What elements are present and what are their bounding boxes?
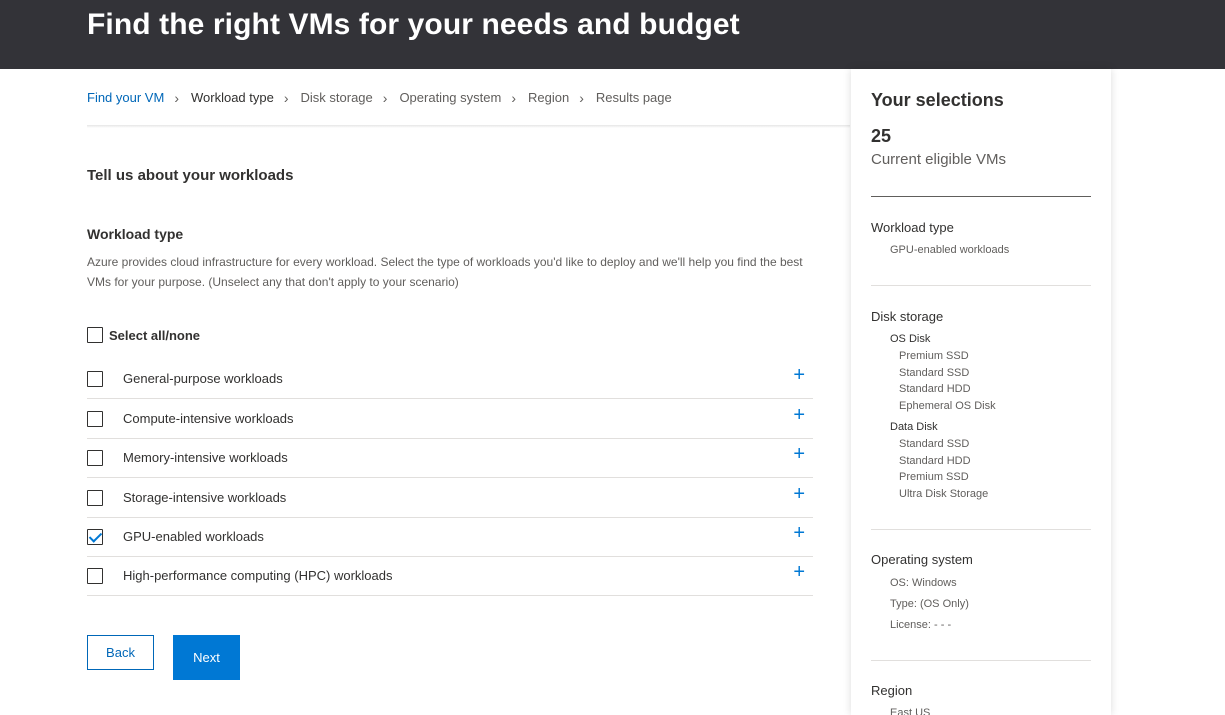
page-header: Find the right VMs for your needs and bu… <box>0 0 1225 69</box>
workload-checkbox-gpu-enabled[interactable] <box>87 529 103 545</box>
panel-os-item: Type: (OS Only) <box>890 598 969 610</box>
workload-row-compute-intensive[interactable]: Compute-intensive workloads + <box>87 399 813 439</box>
workload-label: General-purpose workloads <box>123 371 283 386</box>
workload-row-gpu-enabled[interactable]: GPU-enabled workloads + <box>87 517 813 557</box>
panel-data-disk-item: Standard HDD <box>899 455 971 467</box>
workload-type-heading: Workload type <box>87 226 184 242</box>
panel-region-heading: Region <box>871 683 913 698</box>
eligible-vm-count: 25 <box>871 126 892 146</box>
expand-plus-icon[interactable]: + <box>793 484 805 504</box>
chevron-right-icon: › <box>579 89 584 106</box>
breadcrumb: Find your VM › Workload type › Disk stor… <box>87 90 672 105</box>
expand-plus-icon[interactable]: + <box>793 562 805 582</box>
panel-data-disk-label: Data Disk <box>890 421 938 433</box>
workload-checkbox-compute-intensive[interactable] <box>87 411 103 427</box>
section-title: Tell us about your workloads <box>87 167 294 184</box>
expand-plus-icon[interactable]: + <box>793 444 805 464</box>
workload-checkbox-hpc[interactable] <box>87 568 103 584</box>
chevron-right-icon: › <box>283 89 289 106</box>
panel-os-disk-item: Premium SSD <box>899 350 969 362</box>
panel-disk-heading: Disk storage <box>871 309 944 324</box>
breadcrumb-divider <box>87 125 850 128</box>
breadcrumb-region[interactable]: Region <box>528 90 569 105</box>
workload-checkbox-storage-intensive[interactable] <box>87 490 103 506</box>
panel-region-value: East US <box>890 707 931 715</box>
chevron-right-icon: › <box>511 89 516 106</box>
panel-os-disk-item: Standard HDD <box>899 383 971 395</box>
select-all-label: Select all/none <box>109 328 201 343</box>
divider <box>871 660 1091 661</box>
panel-data-disk-item: Premium SSD <box>899 471 969 483</box>
select-all-checkbox[interactable] <box>87 327 103 343</box>
panel-workload-heading: Workload type <box>871 220 954 235</box>
workload-label: High-performance computing (HPC) workloa… <box>123 568 393 583</box>
selections-panel: Your selections 25 Current eligible VMs … <box>851 69 1111 715</box>
panel-data-disk-item: Standard SSD <box>899 438 970 450</box>
workload-row-general-purpose[interactable]: General-purpose workloads + <box>87 359 813 399</box>
breadcrumb-workload-type[interactable]: Workload type <box>191 90 274 105</box>
workload-type-description: Azure provides cloud infrastructure for … <box>87 255 803 289</box>
panel-os-heading: Operating system <box>871 552 973 567</box>
chevron-right-icon: › <box>174 89 179 106</box>
chevron-right-icon: › <box>382 89 388 106</box>
panel-os-disk-label: OS Disk <box>890 333 931 345</box>
panel-data-disk-item: Ultra Disk Storage <box>899 488 989 500</box>
panel-os-disk-item: Standard SSD <box>899 367 970 379</box>
eligible-vm-label: Current eligible VMs <box>871 151 1007 168</box>
panel-os-disk-item: Ephemeral OS Disk <box>899 400 996 412</box>
expand-plus-icon[interactable]: + <box>793 523 805 543</box>
workload-checkbox-general-purpose[interactable] <box>87 371 103 387</box>
divider <box>871 529 1091 530</box>
workload-label: GPU-enabled workloads <box>123 529 264 544</box>
divider <box>871 285 1091 286</box>
workload-label: Memory-intensive workloads <box>123 450 288 465</box>
workload-row-storage-intensive[interactable]: Storage-intensive workloads + <box>87 478 813 518</box>
page-title: Find the right VMs for your needs and bu… <box>87 8 740 41</box>
breadcrumb-disk-storage[interactable]: Disk storage <box>301 90 373 105</box>
breadcrumb-operating-system[interactable]: Operating system <box>399 90 501 105</box>
breadcrumb-results-page[interactable]: Results page <box>596 90 672 105</box>
workload-label: Compute-intensive workloads <box>123 411 294 426</box>
workload-label: Storage-intensive workloads <box>123 490 287 505</box>
divider <box>871 196 1091 197</box>
workload-row-hpc[interactable]: High-performance computing (HPC) workloa… <box>87 556 813 596</box>
breadcrumb-find-your-vm[interactable]: Find your VM <box>87 90 164 105</box>
next-button[interactable]: Next <box>173 635 240 680</box>
expand-plus-icon[interactable]: + <box>793 405 805 425</box>
panel-os-item: License: - - - <box>890 619 952 631</box>
back-button[interactable]: Back <box>87 635 154 670</box>
panel-os-item: OS: Windows <box>890 577 957 589</box>
workload-checkbox-memory-intensive[interactable] <box>87 450 103 466</box>
expand-plus-icon[interactable]: + <box>793 365 805 385</box>
workload-row-memory-intensive[interactable]: Memory-intensive workloads + <box>87 438 813 478</box>
selections-title: Your selections <box>871 90 1004 110</box>
panel-workload-value: GPU-enabled workloads <box>890 244 1010 256</box>
